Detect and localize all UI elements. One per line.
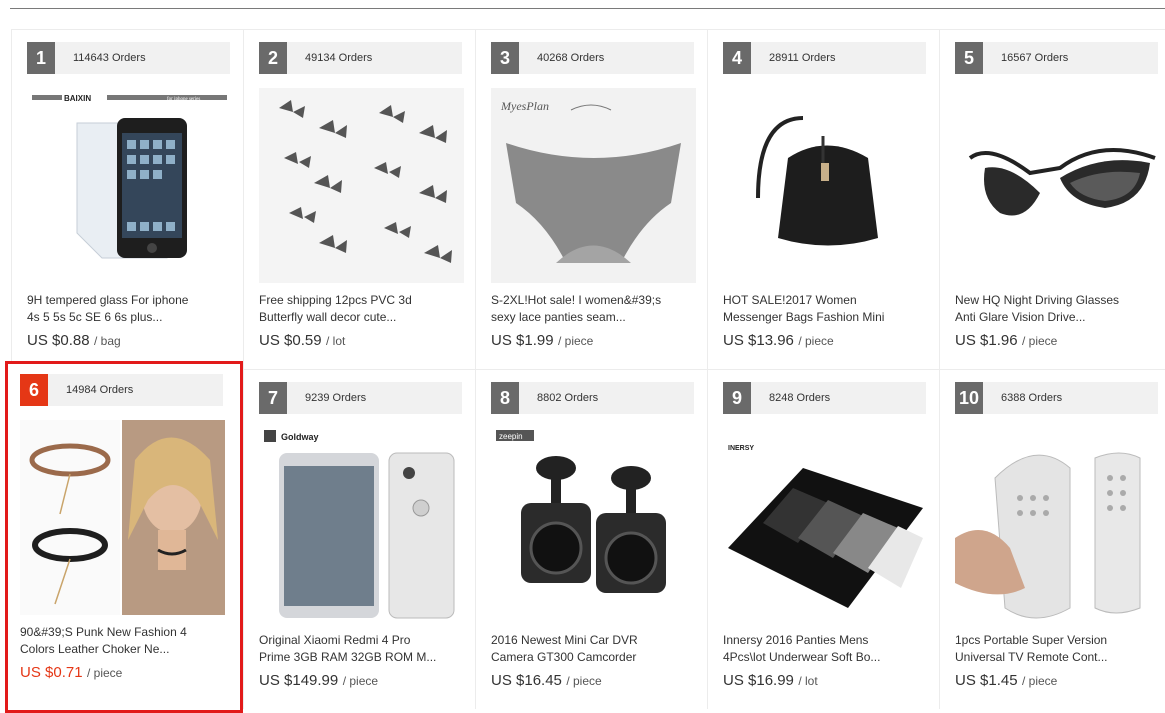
price-line: US $1.99 / piece (491, 332, 593, 350)
svg-text:for iphone series: for iphone series (167, 97, 200, 102)
tv-remote-image[interactable] (955, 428, 1160, 623)
product-title[interactable]: 2016 Newest Mini Car DVR Camera GT300 Cam… (491, 632, 701, 666)
driving-glasses-image[interactable] (955, 88, 1160, 283)
svg-text:zeepin: zeepin (499, 432, 523, 441)
price-line: US $149.99 / piece (259, 672, 378, 690)
product-card[interactable]: 3 40268 Orders MyesPlan S-2XL!Hot sale! … (475, 29, 707, 369)
price-line: US $0.71 / piece (20, 664, 122, 682)
top-selling-grid: 1 114643 Orders BAIXIN for iphone series (5, 29, 1165, 713)
product-card[interactable]: 4 28911 Orders HOT SALE!2017 Women Messen… (707, 29, 939, 369)
order-count: 8802 Orders (537, 392, 599, 404)
lace-panties-image[interactable]: MyesPlan (491, 88, 696, 283)
price-line: US $1.45 / piece (955, 672, 1057, 690)
price-unit: / piece (342, 674, 379, 688)
price-unit: / piece (87, 666, 123, 680)
svg-text:MyesPlan: MyesPlan (500, 99, 549, 113)
product-card[interactable]: 10 6388 Orders 1pcs Portable Super Versi… (939, 369, 1165, 709)
mens-underwear-image[interactable]: INERSY (723, 428, 928, 623)
rank-badge: 10 (955, 382, 983, 414)
rank-badge: 5 (955, 42, 983, 74)
product-title[interactable]: 9H tempered glass For iphone 4s 5 5s 5c S… (27, 292, 237, 326)
price: US $13.96 (723, 332, 794, 349)
rank-header: 5 16567 Orders (955, 42, 1158, 74)
svg-text:Goldway: Goldway (281, 432, 319, 442)
rank-header: 2 49134 Orders (259, 42, 462, 74)
rank-badge: 1 (27, 42, 55, 74)
price-unit: / piece (558, 334, 594, 348)
rank-header: 10 6388 Orders (955, 382, 1158, 414)
price: US $1.99 (491, 332, 554, 349)
product-title[interactable]: HOT SALE!2017 Women Messenger Bags Fashio… (723, 292, 933, 326)
price-line: US $16.45 / piece (491, 672, 602, 690)
rank-badge: 3 (491, 42, 519, 74)
price: US $149.99 (259, 672, 339, 689)
price-unit: / bag (94, 334, 121, 348)
rank-badge: 2 (259, 42, 287, 74)
price: US $16.45 (491, 672, 562, 689)
price-line: US $0.88 / bag (27, 332, 121, 350)
price-unit: / piece (1022, 334, 1058, 348)
product-card[interactable]: 9 8248 Orders INERSY Innersy 2016 Pantie… (707, 369, 939, 709)
price: US $1.45 (955, 672, 1018, 689)
order-count: 49134 Orders (305, 52, 373, 64)
rank-badge: 4 (723, 42, 751, 74)
rank-header: 6 14984 Orders (20, 374, 223, 406)
product-title[interactable]: New HQ Night Driving Glasses Anti Glare V… (955, 292, 1165, 326)
price-line: US $0.59 / lot (259, 332, 345, 350)
product-title[interactable]: Free shipping 12pcs PVC 3d Butterfly wall… (259, 292, 469, 326)
price-line: US $1.96 / piece (955, 332, 1057, 350)
product-title[interactable]: Original Xiaomi Redmi 4 Pro Prime 3GB RAM… (259, 632, 469, 666)
top-divider (10, 8, 1165, 9)
order-count: 9239 Orders (305, 392, 367, 404)
order-count: 40268 Orders (537, 52, 605, 64)
rank-header: 9 8248 Orders (723, 382, 926, 414)
rank-badge: 8 (491, 382, 519, 414)
svg-text:INERSY: INERSY (728, 445, 754, 452)
order-count: 14984 Orders (66, 384, 134, 396)
phone-screen-protector-image[interactable]: BAIXIN for iphone series (27, 88, 232, 283)
rank-badge: 6 (20, 374, 48, 406)
choker-necklace-image[interactable] (20, 420, 225, 615)
order-count: 8248 Orders (769, 392, 831, 404)
butterfly-decor-image[interactable] (259, 88, 464, 283)
rank-header: 8 8802 Orders (491, 382, 694, 414)
product-card[interactable]: 1 114643 Orders BAIXIN for iphone series (11, 29, 243, 369)
product-card[interactable]: 5 16567 Orders New HQ Night Driving Glas… (939, 29, 1165, 369)
product-card[interactable]: 8 8802 Orders zeepin 2016 Newest Mini Ca… (475, 369, 707, 709)
price-line: US $16.99 / lot (723, 672, 818, 690)
rank-header: 4 28911 Orders (723, 42, 926, 74)
price-line: US $13.96 / piece (723, 332, 834, 350)
price-unit: / piece (1022, 674, 1058, 688)
order-count: 28911 Orders (769, 52, 836, 64)
price: US $0.71 (20, 664, 83, 681)
product-title[interactable]: 90&#39;S Punk New Fashion 4 Colors Leathe… (20, 624, 230, 658)
price: US $0.59 (259, 332, 322, 349)
rank-badge: 9 (723, 382, 751, 414)
rank-badge: 7 (259, 382, 287, 414)
price-unit: / piece (798, 334, 834, 348)
rank-header: 3 40268 Orders (491, 42, 694, 74)
smartphone-image[interactable]: Goldway (259, 428, 464, 623)
price-unit: / piece (566, 674, 602, 688)
svg-text:BAIXIN: BAIXIN (64, 94, 91, 103)
product-title[interactable]: Innersy 2016 Panties Mens 4Pcs\lot Underw… (723, 632, 933, 666)
messenger-bag-image[interactable] (723, 88, 928, 283)
price-unit: / lot (326, 334, 346, 348)
order-count: 6388 Orders (1001, 392, 1063, 404)
product-title[interactable]: S-2XL!Hot sale! I women&#39;s sexy lace p… (491, 292, 701, 326)
price-unit: / lot (798, 674, 818, 688)
order-count: 16567 Orders (1001, 52, 1069, 64)
product-title[interactable]: 1pcs Portable Super Version Universal TV … (955, 632, 1165, 666)
rank-header: 1 114643 Orders (27, 42, 230, 74)
product-card[interactable]: 7 9239 Orders Goldway Original Xiaomi Re… (243, 369, 475, 709)
price: US $0.88 (27, 332, 90, 349)
price: US $1.96 (955, 332, 1018, 349)
product-card[interactable]: 2 49134 Orders Free shipping 12pcs PVC 3… (243, 29, 475, 369)
product-card-selected[interactable]: 6 14984 Orders 90&#39;S Punk New Fashion… (5, 361, 243, 713)
car-dvr-camera-image[interactable]: zeepin (491, 428, 696, 623)
price: US $16.99 (723, 672, 794, 689)
rank-header: 7 9239 Orders (259, 382, 462, 414)
order-count: 114643 Orders (73, 52, 146, 64)
